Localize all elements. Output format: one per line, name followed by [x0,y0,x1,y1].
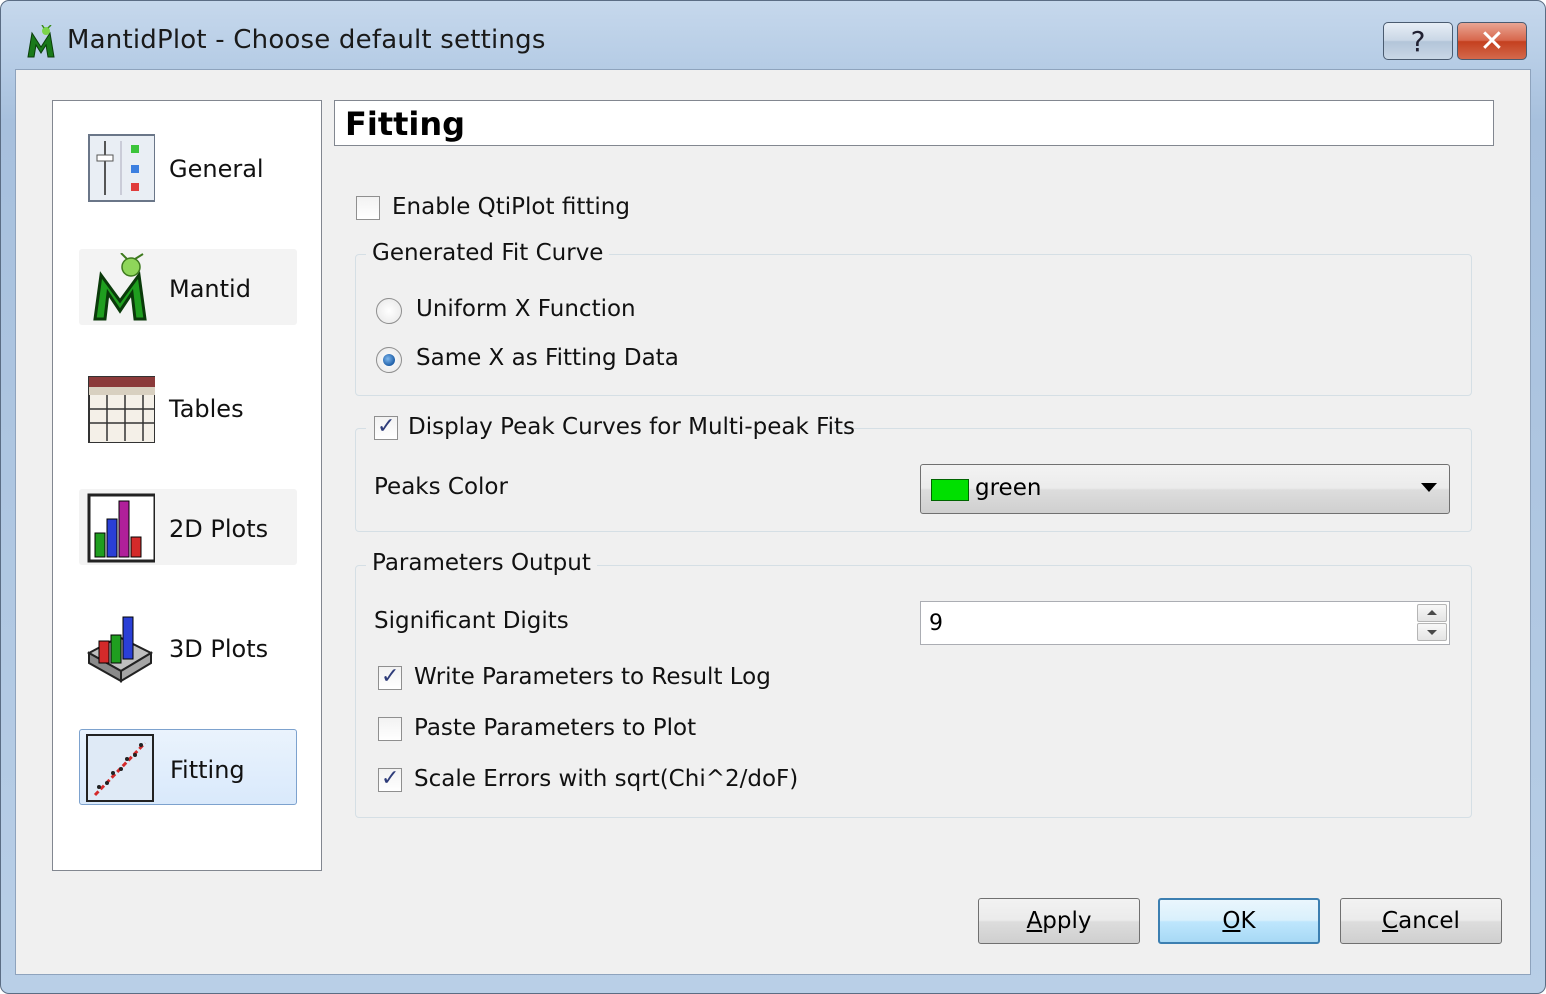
sidebar-item-mantid[interactable]: Mantid [79,249,297,325]
sidebar-item-label: Mantid [169,275,251,303]
spin-up-icon[interactable] [1417,604,1447,622]
close-button[interactable]: ✕ [1457,22,1527,60]
page-title-box: Fitting [334,100,1494,146]
enable-qtiplot-checkbox[interactable] [356,196,380,220]
general-settings-icon [88,134,155,202]
sidebar-item-3d-plots[interactable]: 3D Plots [79,609,297,685]
write-params-checkbox[interactable] [378,664,402,690]
peaks-color-select[interactable]: green [920,464,1450,514]
table-icon [88,376,155,443]
display-peak-curves-label[interactable]: Display Peak Curves for Multi-peak Fits [408,414,855,440]
same-x-radio[interactable] [376,347,402,373]
paste-params-checkbox[interactable] [378,717,402,741]
mantid-app-icon [27,25,55,58]
sidebar-item-tables[interactable]: Tables [79,369,297,445]
peaks-color-value: green [975,475,1042,501]
sidebar-item-label: Tables [169,395,244,423]
sidebar-item-fitting[interactable]: Fitting [79,729,297,805]
sidebar-item-label: 3D Plots [169,635,269,663]
ok-button-label: OK [1222,908,1256,934]
paste-params-label[interactable]: Paste Parameters to Plot [414,715,696,741]
same-x-label[interactable]: Same X as Fitting Data [416,345,679,371]
sidebar-item-2d-plots[interactable]: 2D Plots [79,489,297,565]
parameters-output-title: Parameters Output [366,550,597,576]
significant-digits-spinbox[interactable]: 9 [920,601,1450,645]
apply-button-label: Apply [1026,908,1092,934]
sidebar-item-general[interactable]: General [79,129,297,205]
ok-button[interactable]: OK [1158,898,1320,944]
significant-digits-label: Significant Digits [374,608,569,634]
apply-button[interactable]: Apply [978,898,1140,944]
sidebar-item-label: Fitting [170,756,245,784]
color-swatch [931,479,969,501]
help-icon: ? [1410,24,1426,58]
peaks-color-label: Peaks Color [374,474,508,500]
cancel-button-label: Cancel [1382,908,1460,934]
write-params-label[interactable]: Write Parameters to Result Log [414,664,771,690]
help-button[interactable]: ? [1383,22,1453,60]
chevron-down-icon [1421,483,1437,492]
scale-errors-checkbox[interactable] [378,766,402,792]
spin-down-icon[interactable] [1417,623,1447,641]
window-title: MantidPlot - Choose default settings [67,25,546,55]
fitting-curve-icon [86,734,154,802]
sidebar-item-label: 2D Plots [169,515,269,543]
bar-chart-icon [87,493,155,563]
page-title: Fitting [345,105,466,143]
significant-digits-value[interactable]: 9 [929,611,943,636]
generated-fit-curve-group [355,254,1472,396]
scale-errors-label[interactable]: Scale Errors with sqrt(Chi^2/doF) [414,766,798,792]
title-bar[interactable]: MantidPlot - Choose default settings ? ✕ [1,1,1545,71]
uniform-x-radio[interactable] [376,298,402,324]
sidebar-item-label: General [169,155,264,183]
3d-bar-chart-icon [86,616,154,683]
mantid-logo-icon [93,253,147,321]
display-peak-curves-checkbox[interactable] [374,414,398,440]
uniform-x-label[interactable]: Uniform X Function [416,296,636,322]
cancel-button[interactable]: Cancel [1340,898,1502,944]
enable-qtiplot-label[interactable]: Enable QtiPlot fitting [392,194,630,220]
settings-category-list[interactable]: General Mantid Tables 2D Plots 3D Plots … [52,100,322,871]
close-icon: ✕ [1479,23,1505,59]
generated-fit-curve-title: Generated Fit Curve [366,240,610,266]
spin-buttons [1417,604,1447,642]
